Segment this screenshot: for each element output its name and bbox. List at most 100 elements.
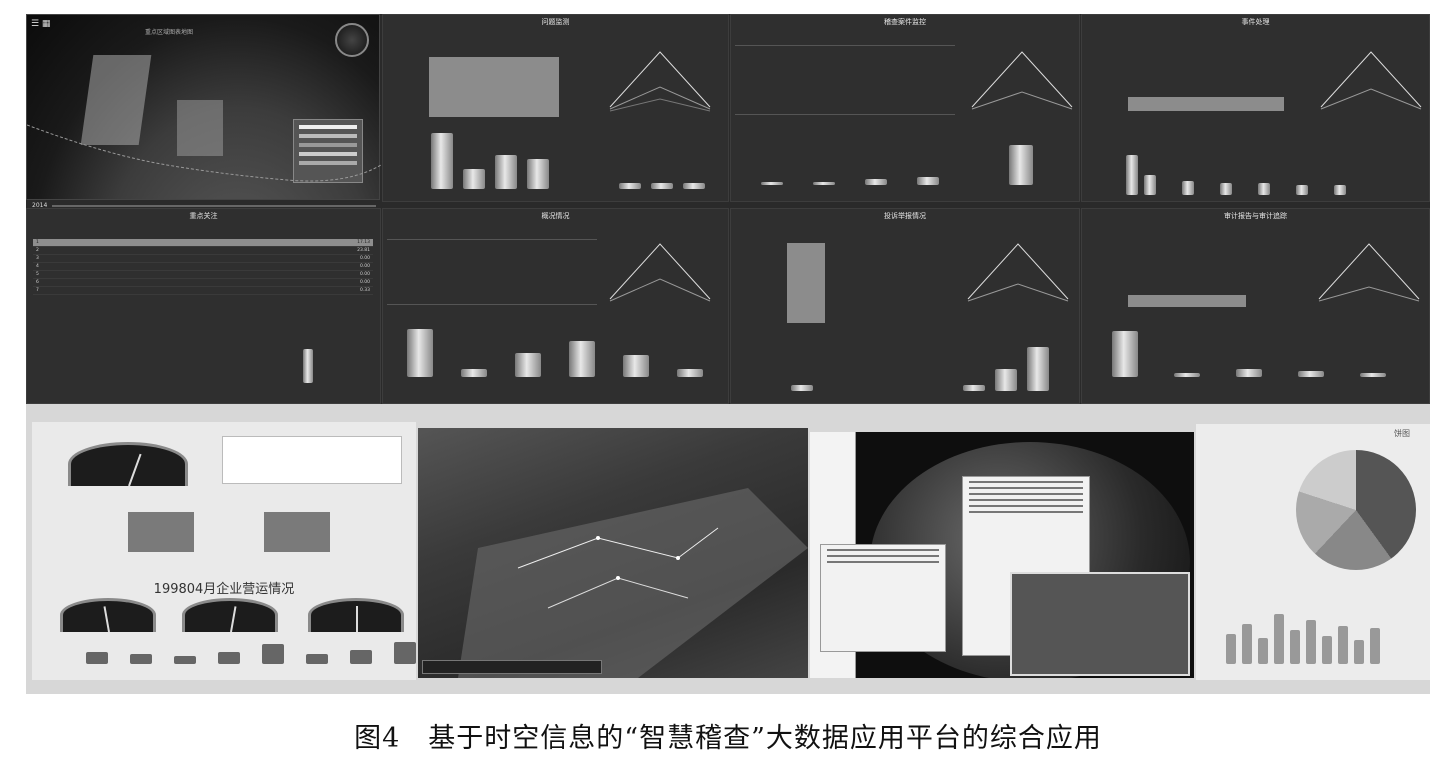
screen-label: 饼图	[1394, 429, 1410, 438]
bar	[1112, 331, 1138, 377]
line-chart	[1320, 51, 1422, 110]
table-row[interactable]: 3 0.00	[33, 254, 373, 263]
rank-cell: 4	[33, 262, 142, 271]
bar	[461, 369, 487, 377]
bar	[431, 133, 453, 189]
panel-event-handling: 事件处理	[1081, 14, 1430, 202]
bar	[677, 369, 703, 377]
bar	[1274, 614, 1284, 664]
bar	[1220, 183, 1232, 195]
bar	[463, 169, 485, 189]
screen-dashboard-gauges: 199804月企业营运情况	[32, 422, 416, 680]
map-popup[interactable]	[1010, 572, 1190, 676]
bar	[130, 654, 152, 664]
total-row	[1128, 97, 1284, 111]
bar	[262, 644, 284, 664]
table-row[interactable]: 7 0.33	[33, 286, 373, 295]
rank-cell: 1	[33, 239, 142, 247]
bar	[1290, 630, 1300, 664]
bar	[303, 349, 313, 383]
bar	[761, 182, 783, 185]
panel-complaints: 投诉举报情况	[730, 208, 1080, 404]
panel-key-focus: 重点关注 1 17.13 2 23.81 3 0.00 4 0.00 5 0.00 6 0.…	[26, 208, 381, 404]
overview-table	[387, 239, 597, 305]
bar	[813, 182, 835, 185]
rank-cell: 6	[33, 278, 142, 287]
screen-pie-and-bars: 饼图	[1196, 424, 1430, 680]
table-row[interactable]: 4 0.00	[33, 262, 373, 271]
table-row[interactable]: 6 0.00	[33, 278, 373, 287]
bar	[1009, 145, 1033, 185]
bar	[128, 512, 194, 552]
bar	[407, 329, 433, 377]
timeline-slider[interactable]	[52, 205, 376, 207]
map-toolbar[interactable]	[422, 660, 602, 674]
value-cell: 0.00	[141, 270, 373, 279]
panel-title: 事件处理	[1241, 18, 1270, 26]
bar	[1144, 175, 1156, 195]
gauge-icon	[308, 598, 404, 632]
bar-chart	[761, 145, 1033, 185]
bar	[394, 642, 416, 664]
line-chart	[609, 51, 711, 112]
panel-title: 投诉举报情况	[884, 212, 926, 220]
bar	[1174, 373, 1200, 377]
bar-chart	[1126, 155, 1346, 195]
bar	[1306, 620, 1316, 664]
bar	[1182, 181, 1194, 195]
gauge-icon	[68, 442, 188, 487]
rank-cell: 5	[33, 270, 142, 279]
pie-chart	[1296, 450, 1416, 570]
bar-chart	[1226, 614, 1380, 664]
bar	[1242, 624, 1252, 664]
bar	[619, 183, 641, 189]
bar-chart	[1112, 331, 1386, 377]
bar	[1338, 626, 1348, 664]
gauge-icon	[182, 598, 278, 633]
panel-title: 重点关注	[189, 212, 218, 220]
bar	[1370, 628, 1380, 664]
bar	[306, 654, 328, 664]
bar	[1360, 373, 1386, 377]
bar	[1354, 640, 1364, 664]
highlight-column	[787, 243, 825, 323]
gauge-icon	[60, 598, 156, 633]
bar	[963, 385, 985, 391]
rank-cell: 3	[33, 254, 142, 263]
value-cell: 0.00	[141, 278, 373, 287]
screen-title: 199804月企业营运情况	[153, 582, 295, 597]
bar	[683, 183, 705, 189]
bar	[865, 179, 887, 185]
panel-title: 问题监测	[541, 18, 570, 26]
bar	[1226, 634, 1236, 664]
panel-title: 稽查案件监控	[884, 18, 926, 26]
screen-3d-terrain-map	[418, 428, 808, 678]
rank-cell: 7	[33, 286, 142, 295]
line-chart	[609, 243, 711, 302]
panel-title: 审计报告与审计追踪	[1224, 212, 1287, 220]
bar-chart	[303, 349, 313, 383]
bar-chart	[791, 347, 1049, 391]
bar	[1322, 636, 1332, 664]
bar	[515, 353, 541, 377]
panel-overview: 概况情况	[382, 208, 729, 404]
bar	[791, 385, 813, 391]
bar	[1126, 155, 1138, 195]
bar	[174, 656, 196, 664]
line-chart	[971, 51, 1073, 110]
table-row[interactable]: 5 0.00	[33, 270, 373, 279]
value-cell: 0.00	[141, 254, 373, 263]
panel-title: 概况情况	[541, 212, 570, 220]
table-row[interactable]: 1 17.13	[33, 239, 373, 247]
table-row[interactable]: 2 23.81	[33, 246, 373, 255]
bar	[623, 355, 649, 377]
bar	[651, 183, 673, 189]
total-row	[1128, 295, 1246, 307]
highlight-table	[429, 57, 559, 117]
document-window[interactable]	[820, 544, 946, 652]
bar	[569, 341, 595, 377]
line-chart	[967, 243, 1069, 302]
bar	[495, 155, 517, 189]
screen-globe-documents	[810, 432, 1194, 678]
platform-photo: ☰ ▦ 重点区域图表地图 2014 问题监测 稽查案件监控 事件处理 重点关注 …	[26, 14, 1430, 694]
